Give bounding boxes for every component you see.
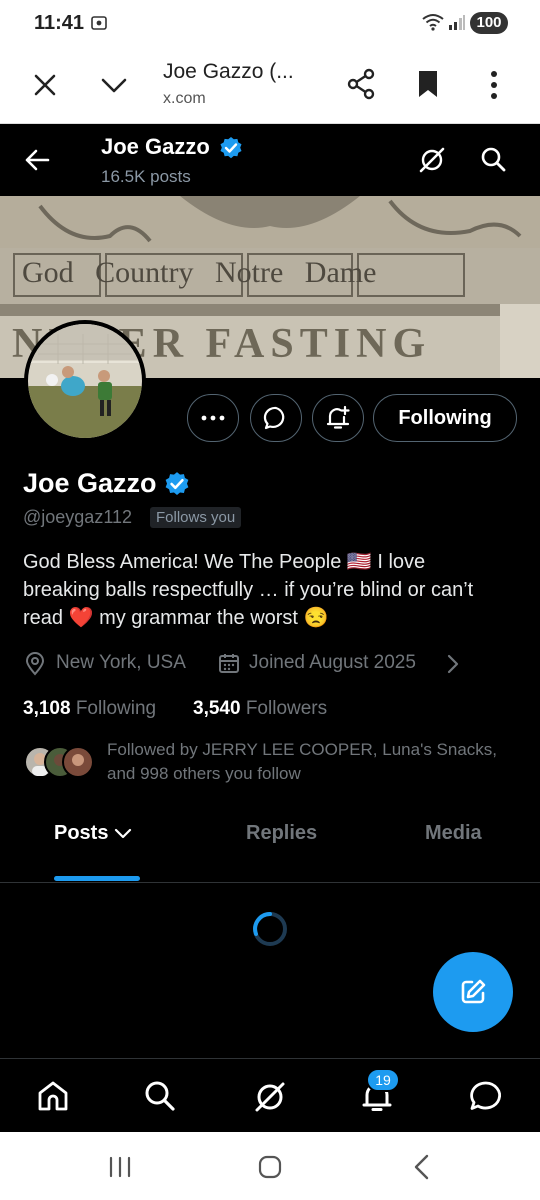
more-vert-icon[interactable] bbox=[488, 70, 500, 100]
following-button[interactable]: Following bbox=[373, 394, 517, 442]
chevron-down-icon[interactable] bbox=[100, 74, 128, 96]
search-icon[interactable] bbox=[480, 146, 506, 172]
share-icon[interactable] bbox=[346, 68, 376, 100]
follows-you-badge: Follows you bbox=[150, 507, 242, 528]
home-icon[interactable] bbox=[36, 1080, 70, 1112]
followed-by-line1[interactable]: Followed by JERRY LEE COOPER, Luna's Sna… bbox=[107, 740, 497, 760]
tab-replies[interactable]: Replies bbox=[246, 822, 317, 845]
system-nav-bar bbox=[0, 1132, 540, 1200]
message-icon bbox=[263, 405, 289, 431]
verified-badge-icon bbox=[164, 471, 190, 497]
bio-text: breaking balls respectfully … if you’re … bbox=[23, 579, 474, 601]
followed-by-avatars[interactable] bbox=[24, 746, 94, 780]
verified-badge-icon bbox=[219, 136, 243, 160]
profile-location: New York, USA bbox=[56, 652, 186, 673]
battery-indicator: 100 bbox=[470, 12, 508, 34]
close-icon[interactable] bbox=[32, 72, 58, 98]
banner-carving-line1: God Country Notre Dame bbox=[22, 256, 377, 289]
following-count: 3,108 bbox=[23, 698, 71, 719]
profile-name: Joe Gazzo bbox=[23, 468, 157, 498]
browser-toolbar: Joe Gazzo (... x.com bbox=[0, 46, 540, 124]
us-flag-emoji: 🇺🇸 bbox=[346, 551, 372, 573]
followed-by-line2[interactable]: and 998 others you follow bbox=[107, 764, 301, 784]
tab-posts[interactable]: Posts bbox=[54, 822, 132, 845]
bookmark-icon[interactable] bbox=[418, 70, 438, 98]
screenshot-icon bbox=[90, 14, 108, 32]
header-name: Joe Gazzo bbox=[101, 134, 210, 159]
back-arrow-icon[interactable] bbox=[24, 148, 50, 172]
tab-posts-label: Posts bbox=[54, 822, 109, 844]
status-time: 11:41 bbox=[34, 12, 85, 34]
browser-page-title: Joe Gazzo (... bbox=[163, 60, 294, 83]
search-icon[interactable] bbox=[144, 1080, 176, 1112]
followers-label: Followers bbox=[245, 698, 328, 719]
message-button[interactable] bbox=[250, 394, 302, 442]
followers-count-link[interactable]: 3,540 Followers bbox=[193, 698, 327, 720]
active-tab-indicator bbox=[54, 876, 140, 881]
home-circle-icon[interactable] bbox=[258, 1155, 282, 1179]
bell-plus-icon bbox=[325, 405, 351, 431]
following-button-label: Following bbox=[398, 406, 492, 429]
grok-icon[interactable] bbox=[418, 146, 446, 174]
grok-icon[interactable] bbox=[253, 1080, 287, 1114]
bio-text: God Bless America! We The People bbox=[23, 551, 342, 573]
bio-text: my grammar the worst bbox=[99, 607, 298, 629]
back-icon[interactable] bbox=[412, 1154, 430, 1180]
compose-icon bbox=[458, 977, 488, 1007]
message-icon[interactable] bbox=[469, 1080, 503, 1112]
profile-handle: @joeygaz112 bbox=[23, 507, 133, 527]
tabs-divider bbox=[0, 882, 540, 883]
recent-apps-icon[interactable] bbox=[108, 1156, 132, 1178]
compose-button[interactable] bbox=[433, 952, 513, 1032]
following-label: Following bbox=[75, 698, 157, 719]
notifications-badge: 19 bbox=[366, 1068, 400, 1092]
browser-domain: x.com bbox=[163, 90, 206, 107]
followers-count: 3,540 bbox=[193, 698, 241, 719]
header-post-count: 16.5K posts bbox=[101, 167, 191, 186]
wifi-icon bbox=[422, 13, 444, 31]
profile-page: Joe Gazzo 16.5K posts God Country Notre … bbox=[0, 124, 540, 1132]
location-icon bbox=[24, 652, 46, 676]
signal-icon bbox=[448, 14, 466, 30]
calendar-icon bbox=[218, 652, 240, 674]
more-options-button[interactable] bbox=[187, 394, 239, 442]
chevron-right-icon[interactable] bbox=[446, 654, 460, 674]
tab-media[interactable]: Media bbox=[425, 822, 482, 845]
avatar[interactable] bbox=[24, 320, 146, 442]
bio-text: I love bbox=[377, 551, 426, 573]
heart-emoji: ❤️ bbox=[68, 607, 94, 629]
following-count-link[interactable]: 3,108 Following bbox=[23, 698, 156, 720]
profile-bio: God Bless America! We The People 🇺🇸 I lo… bbox=[23, 548, 523, 632]
more-horiz-icon bbox=[201, 415, 225, 421]
avatar bbox=[62, 746, 94, 778]
bio-text: read bbox=[23, 607, 64, 629]
status-bar: 11:41 100 bbox=[0, 0, 540, 46]
loading-spinner bbox=[252, 911, 288, 947]
profile-joined[interactable]: Joined August 2025 bbox=[249, 652, 416, 674]
unamused-emoji: 😒 bbox=[303, 607, 329, 629]
notify-button[interactable] bbox=[312, 394, 364, 442]
chevron-down-icon bbox=[114, 828, 132, 840]
